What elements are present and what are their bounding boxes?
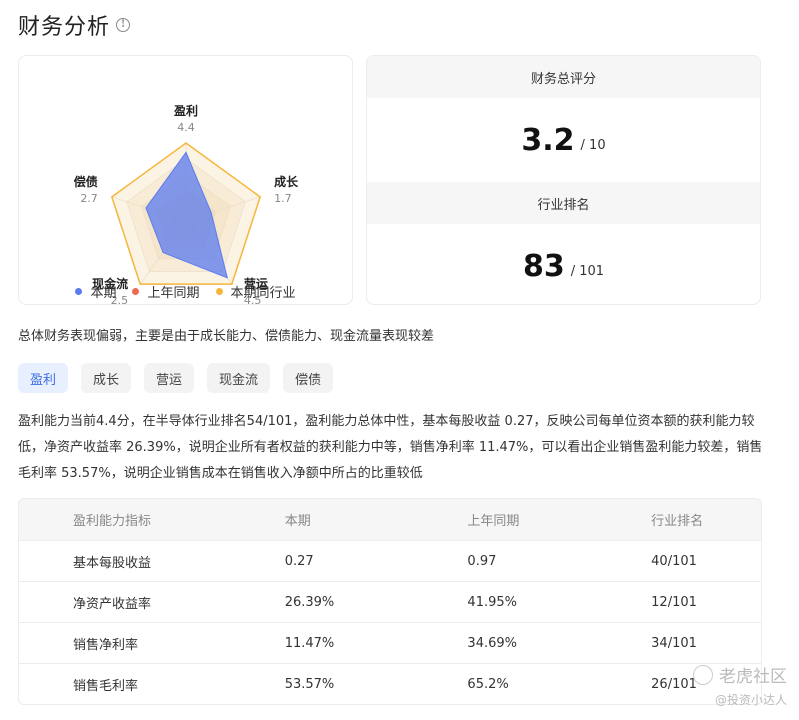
tab-operations[interactable]: 营运 bbox=[144, 363, 195, 393]
table-row: 基本每股收益 0.27 0.97 40/101 bbox=[19, 540, 761, 581]
legend-dot-icon bbox=[75, 288, 83, 295]
tab-growth[interactable]: 成长 bbox=[81, 363, 132, 393]
table-row: 净资产收益率 26.39% 41.95% 12/101 bbox=[19, 581, 761, 622]
radar-chart-card: 盈利 4.4 成长 1.7 营运 4.5 现金流 2.5 偿债 2.7 本期 上年同期 本期同行业 bbox=[18, 55, 353, 306]
column-header: 本期 bbox=[284, 514, 311, 529]
metrics-table: 盈利能力指标 本期 上年同期 行业排名 基本每股收益 0.27 0.97 40/… bbox=[18, 498, 762, 705]
radar-axis-label: 成长 bbox=[274, 174, 299, 189]
summary-text: 总体财务表现偏弱，主要是由于成长能力、偿债能力、现金流量表现较差 bbox=[18, 329, 435, 344]
table-cell: 12/101 bbox=[651, 594, 697, 610]
total-score-label: 财务总评分 bbox=[367, 56, 760, 98]
legend-dot-icon bbox=[132, 288, 140, 295]
table-cell: 0.27 bbox=[284, 553, 314, 569]
page-title: 财务分析 bbox=[18, 15, 111, 40]
table-cell: 41.95% bbox=[467, 594, 517, 610]
table-cell: 销售毛利率 bbox=[73, 678, 139, 694]
table-cell: 0.97 bbox=[467, 553, 497, 569]
radar-axis-label: 偿债 bbox=[74, 174, 98, 189]
legend-label: 本期同行业 bbox=[230, 286, 296, 301]
table-cell: 34/101 bbox=[651, 635, 697, 651]
table-cell: 11.47% bbox=[284, 635, 335, 651]
legend-item-current[interactable]: 本期 bbox=[75, 282, 116, 301]
category-tabs: 盈利 成长 营运 现金流 偿债 bbox=[18, 363, 334, 393]
table-row: 销售毛利率 53.57% 65.2% 26/101 bbox=[19, 663, 761, 704]
legend-label: 本期 bbox=[90, 286, 117, 301]
industry-rank-label: 行业排名 bbox=[367, 182, 760, 224]
tiger-logo-icon bbox=[693, 664, 713, 685]
industry-rank-total: / 101 bbox=[570, 263, 605, 279]
radar-axis-value: 4.4 bbox=[177, 121, 195, 134]
table-cell: 65.2% bbox=[467, 676, 509, 692]
radar-axis-value: 2.7 bbox=[80, 192, 98, 205]
description-text: 盈利能力当前4.4分，在半导体行业排名54/101，盈利能力总体中性，基本每股收… bbox=[18, 414, 763, 481]
table-cell: 26.39% bbox=[284, 594, 335, 610]
tab-solvency[interactable]: 偿债 bbox=[283, 363, 334, 393]
total-score-value: 3.2 bbox=[521, 122, 575, 158]
table-row: 销售净利率 11.47% 34.69% 34/101 bbox=[19, 622, 761, 663]
radar-axis-label: 盈利 bbox=[173, 103, 198, 118]
table-cell: 基本每股收益 bbox=[73, 555, 152, 571]
total-score: 3.2 / 10 bbox=[367, 98, 760, 182]
column-header: 盈利能力指标 bbox=[73, 514, 152, 529]
score-card: 财务总评分 3.2 / 10 行业排名 83 / 101 bbox=[366, 55, 761, 305]
total-score-max: / 10 bbox=[580, 137, 606, 153]
watermark-author: @投资小达人 bbox=[714, 693, 787, 707]
tab-profitability[interactable]: 盈利 bbox=[18, 363, 69, 393]
legend-item-industry[interactable]: 本期同行业 bbox=[215, 282, 296, 301]
legend-dot-icon bbox=[215, 288, 223, 295]
table-cell: 34.69% bbox=[467, 635, 517, 651]
industry-rank-value: 83 bbox=[522, 248, 565, 284]
table-cell: 销售净利率 bbox=[73, 637, 139, 653]
table-cell: 53.57% bbox=[284, 676, 335, 692]
column-header: 行业排名 bbox=[651, 514, 704, 529]
table-header: 盈利能力指标 本期 上年同期 行业排名 bbox=[19, 499, 761, 540]
watermark-brand: 老虎社区 bbox=[719, 667, 787, 687]
radar-legend: 本期 上年同期 本期同行业 bbox=[19, 282, 352, 301]
info-circle-icon[interactable]: ! bbox=[116, 18, 131, 32]
legend-item-last-year[interactable]: 上年同期 bbox=[132, 282, 200, 301]
watermark: 老虎社区 @投资小达人 bbox=[693, 662, 787, 708]
legend-label: 上年同期 bbox=[147, 286, 200, 301]
radar-chart: 盈利4.4成长1.7营运4.5现金流2.5偿债2.7 bbox=[74, 103, 299, 306]
column-header: 上年同期 bbox=[467, 514, 520, 529]
header: 财务分析 ! bbox=[18, 8, 131, 42]
radar-axis-value: 1.7 bbox=[274, 192, 292, 205]
tab-cash-flow[interactable]: 现金流 bbox=[207, 363, 271, 393]
table-cell: 40/101 bbox=[651, 553, 697, 569]
industry-rank: 83 / 101 bbox=[367, 224, 760, 304]
table-cell: 净资产收益率 bbox=[73, 596, 152, 612]
